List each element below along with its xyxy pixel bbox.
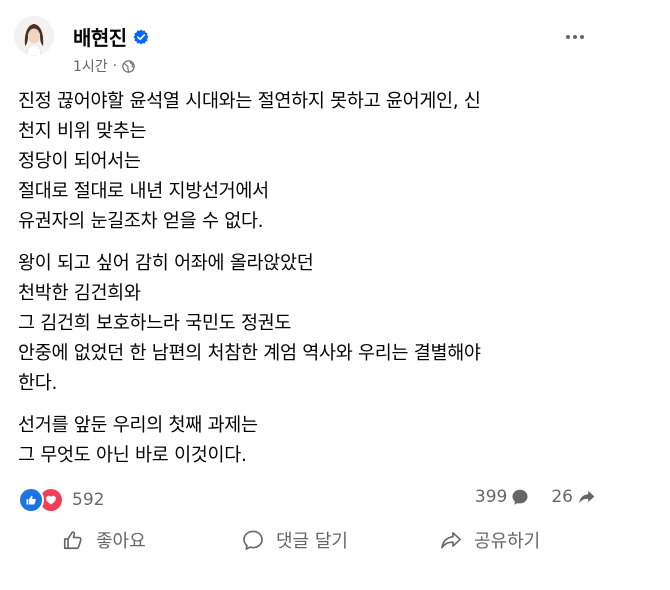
comment-bubble-icon bbox=[243, 530, 263, 550]
post-body: 진정 끊어야할 윤석열 시대와는 절연하지 못하고 윤어게인, 신 천지 비위 … bbox=[18, 87, 618, 483]
post-line: 정당이 되어서는 bbox=[18, 151, 141, 172]
post-line: 절대로 절대로 내년 지방선거에서 bbox=[18, 181, 269, 202]
post-line: 그 김건희 보호하느라 국민도 정권도 bbox=[18, 313, 292, 334]
comment-button-label: 댓글 달기 bbox=[276, 531, 348, 552]
comment-count[interactable]: 399 bbox=[475, 487, 529, 507]
post-line: 진정 끊어야할 윤석열 시대와는 절연하지 못하고 윤어게인, 신 bbox=[18, 91, 481, 112]
post-line: 천박한 김건희와 bbox=[18, 283, 141, 304]
engagement-stats: 399 26 bbox=[475, 487, 596, 507]
share-count[interactable]: 26 bbox=[551, 487, 596, 507]
post-line: 왕이 되고 싶어 감히 어좌에 올라앉았던 bbox=[18, 253, 314, 274]
post-line: 그 무엇도 아닌 바로 이것이다. bbox=[18, 445, 247, 466]
share-count-value: 26 bbox=[551, 487, 573, 507]
more-options-icon[interactable] bbox=[560, 27, 590, 47]
post-paragraph: 진정 끊어야할 윤석열 시대와는 절연하지 못하고 윤어게인, 신 천지 비위 … bbox=[18, 87, 618, 237]
reactions-summary[interactable]: 592 bbox=[18, 487, 104, 513]
post-line: 안중에 없었던 한 남편의 처참한 계엄 역사와 우리는 결별해야 bbox=[18, 343, 481, 364]
like-button-label: 좋아요 bbox=[96, 531, 146, 552]
post-paragraph: 왕이 되고 싶어 감히 어좌에 올라앉았던 천박한 김건희와 그 김건희 보호하… bbox=[18, 249, 618, 399]
comment-count-value: 399 bbox=[474, 487, 508, 507]
share-icon bbox=[578, 490, 595, 504]
author-name[interactable]: 배현진 bbox=[73, 22, 127, 51]
post-meta: 1시간 · bbox=[73, 56, 135, 76]
post-paragraph: 선거를 앞둔 우리의 첫째 과제는 그 무엇도 아닌 바로 이것이다. bbox=[18, 411, 618, 471]
comment-icon bbox=[512, 489, 528, 505]
author-line: 배현진 bbox=[73, 22, 149, 51]
post-line: 선거를 앞둔 우리의 첫째 과제는 bbox=[18, 415, 258, 436]
post-line: 천지 비위 맞추는 bbox=[18, 121, 147, 142]
share-button-label: 공유하기 bbox=[474, 531, 541, 552]
post-line: 유권자의 눈길조차 얻을 수 없다. bbox=[18, 211, 264, 232]
verified-badge-icon bbox=[133, 29, 149, 45]
share-button[interactable]: 공유하기 bbox=[440, 522, 540, 558]
reaction-count: 592 bbox=[72, 490, 105, 510]
thumbs-up-icon bbox=[63, 531, 82, 550]
like-reaction-icon bbox=[18, 487, 44, 513]
comment-button[interactable]: 댓글 달기 bbox=[242, 522, 348, 558]
meta-separator: · bbox=[112, 58, 118, 74]
like-button[interactable]: 좋아요 bbox=[62, 522, 146, 558]
post-line: 한다. bbox=[18, 373, 58, 394]
action-bar: 좋아요 댓글 달기 공유하기 bbox=[0, 522, 670, 558]
globe-icon[interactable] bbox=[122, 59, 135, 73]
avatar[interactable] bbox=[14, 16, 54, 56]
share-arrow-icon bbox=[441, 532, 461, 549]
post-time[interactable]: 1시간 bbox=[73, 56, 108, 76]
facebook-post: 배현진 1시간 · 진정 끊어야할 윤석열 시대와는 절연하지 못하고 윤어게인… bbox=[0, 0, 670, 590]
